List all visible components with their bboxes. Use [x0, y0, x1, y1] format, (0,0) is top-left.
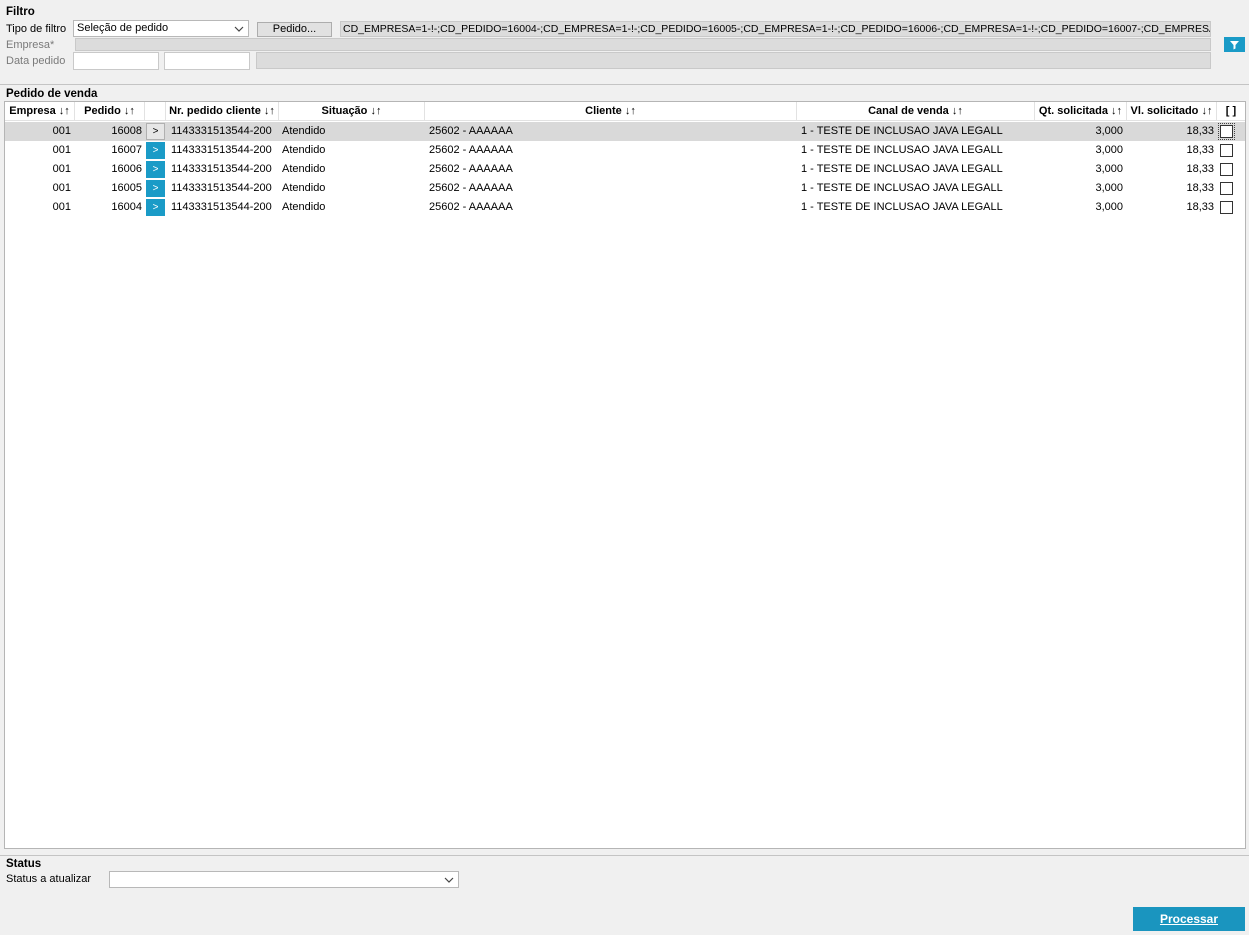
canal-cell: 1 - TESTE DE INCLUSAO JAVA LEGALL: [801, 144, 1003, 156]
canal-cell: 1 - TESTE DE INCLUSAO JAVA LEGALL: [801, 182, 1003, 194]
processar-button[interactable]: Processar: [1133, 907, 1245, 931]
empresa-label: Empresa*: [6, 39, 55, 51]
open-pedido-button[interactable]: >: [146, 199, 165, 216]
col-empresa-header[interactable]: Empresa ↓↑: [5, 102, 75, 121]
qt-cell: 3,000: [1095, 163, 1123, 175]
row-checkbox[interactable]: [1218, 123, 1235, 140]
tipo-filtro-label: Tipo de filtro: [6, 23, 67, 35]
row-checkbox[interactable]: [1220, 144, 1233, 157]
cliente-cell: 25602 - AAAAAA: [429, 163, 513, 175]
col-go-header: [145, 102, 166, 121]
chevron-down-icon: [444, 877, 454, 883]
vl-cell: 18,33: [1186, 182, 1214, 194]
empresa-cell: 001: [52, 144, 71, 156]
filter-icon: [1230, 41, 1239, 50]
vl-cell: 18,33: [1186, 125, 1214, 137]
col-select-all-header[interactable]: [ ]: [1217, 102, 1245, 121]
data-pedido-label: Data pedido: [6, 55, 66, 67]
cliente-cell: 25602 - AAAAAA: [429, 144, 513, 156]
empresa-field: [75, 38, 1211, 51]
pedido-cell: 16008: [111, 125, 142, 137]
data-pedido-fim-field[interactable]: [164, 52, 250, 70]
filtro-section-title: Filtro: [6, 6, 35, 18]
qt-cell: 3,000: [1095, 144, 1123, 156]
nr-cliente-cell: 1143331513544-200: [171, 144, 272, 156]
cliente-cell: 25602 - AAAAAA: [429, 125, 513, 137]
empresa-cell: 001: [52, 163, 71, 175]
open-pedido-button[interactable]: >: [146, 180, 165, 197]
data-range-bar: [256, 52, 1211, 69]
situacao-cell: Atendido: [282, 163, 326, 175]
situacao-cell: Atendido: [282, 125, 326, 137]
pedido-selection-field: CD_EMPRESA=1-!-;CD_PEDIDO=16004-;CD_EMPR…: [340, 21, 1211, 37]
col-cliente-header[interactable]: Cliente ↓↑: [425, 102, 797, 121]
tipo-filtro-select[interactable]: Seleção de pedido: [73, 20, 249, 37]
pedido-cell: 16004: [111, 201, 142, 213]
pedidos-grid: Empresa ↓↑ Pedido ↓↑ Nr. pedido cliente …: [4, 101, 1246, 849]
table-row[interactable]: 001 16005 > 1143331513544-200 Atendido 2…: [5, 179, 1245, 198]
nr-cliente-cell: 1143331513544-200: [171, 163, 272, 175]
data-pedido-inicio-field[interactable]: [73, 52, 159, 70]
status-label: Status a atualizar: [6, 873, 91, 885]
open-pedido-button[interactable]: >: [146, 161, 165, 178]
pedidos-section-title: Pedido de venda: [6, 88, 98, 100]
pedido-cell: 16007: [111, 144, 142, 156]
row-checkbox[interactable]: [1220, 201, 1233, 214]
pedido-button[interactable]: Pedido...: [257, 22, 332, 37]
tipo-filtro-value: Seleção de pedido: [77, 22, 169, 34]
cliente-cell: 25602 - AAAAAA: [429, 201, 513, 213]
status-section-title: Status: [6, 858, 42, 870]
open-pedido-button[interactable]: >: [146, 142, 165, 159]
filter-button[interactable]: [1224, 37, 1245, 52]
col-qt-header[interactable]: Qt. solicitada ↓↑: [1035, 102, 1127, 121]
status-select[interactable]: [109, 871, 459, 888]
row-checkbox[interactable]: [1220, 163, 1233, 176]
col-situacao-header[interactable]: Situação ↓↑: [279, 102, 425, 121]
nr-cliente-cell: 1143331513544-200: [171, 125, 272, 137]
col-vl-header[interactable]: Vl. solicitado ↓↑: [1127, 102, 1217, 121]
col-canal-header[interactable]: Canal de venda ↓↑: [797, 102, 1035, 121]
table-row[interactable]: 001 16004 > 1143331513544-200 Atendido 2…: [5, 198, 1245, 217]
canal-cell: 1 - TESTE DE INCLUSAO JAVA LEGALL: [801, 163, 1003, 175]
qt-cell: 3,000: [1095, 201, 1123, 213]
pedido-cell: 16006: [111, 163, 142, 175]
table-row[interactable]: 001 16007 > 1143331513544-200 Atendido 2…: [5, 141, 1245, 160]
nr-cliente-cell: 1143331513544-200: [171, 182, 272, 194]
table-row[interactable]: 001 16006 > 1143331513544-200 Atendido 2…: [5, 160, 1245, 179]
situacao-cell: Atendido: [282, 144, 326, 156]
divider-filtro: [0, 84, 1249, 85]
empresa-cell: 001: [52, 201, 71, 213]
nr-cliente-cell: 1143331513544-200: [171, 201, 272, 213]
empresa-cell: 001: [52, 125, 71, 137]
situacao-cell: Atendido: [282, 201, 326, 213]
col-pedido-header[interactable]: Pedido ↓↑: [75, 102, 145, 121]
canal-cell: 1 - TESTE DE INCLUSAO JAVA LEGALL: [801, 125, 1003, 137]
situacao-cell: Atendido: [282, 182, 326, 194]
qt-cell: 3,000: [1095, 125, 1123, 137]
pedido-cell: 16005: [111, 182, 142, 194]
chevron-down-icon: [234, 26, 244, 32]
divider-status: [0, 855, 1249, 856]
vl-cell: 18,33: [1186, 163, 1214, 175]
row-checkbox[interactable]: [1220, 182, 1233, 195]
empresa-cell: 001: [52, 182, 71, 194]
open-pedido-button[interactable]: >: [146, 123, 165, 140]
table-row[interactable]: 001 16008 > 1143331513544-200 Atendido 2…: [5, 122, 1245, 141]
vl-cell: 18,33: [1186, 144, 1214, 156]
vl-cell: 18,33: [1186, 201, 1214, 213]
canal-cell: 1 - TESTE DE INCLUSAO JAVA LEGALL: [801, 201, 1003, 213]
cliente-cell: 25602 - AAAAAA: [429, 182, 513, 194]
col-nr-cliente-header[interactable]: Nr. pedido cliente ↓↑: [166, 102, 279, 121]
qt-cell: 3,000: [1095, 182, 1123, 194]
